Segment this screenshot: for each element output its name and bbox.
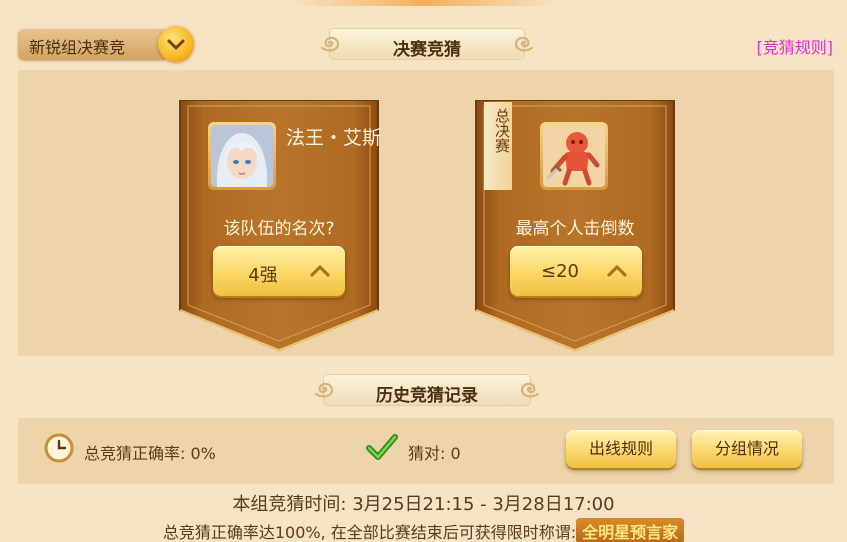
finals-tag-label: 总决赛	[493, 108, 511, 153]
rank-pick-value: 4强	[248, 265, 278, 286]
dropdown-label: 新锐组决赛竞	[29, 38, 126, 57]
top-glow	[290, 0, 560, 6]
history-title: 历史竞猜记录	[376, 386, 478, 406]
hero-avatar	[208, 122, 276, 190]
correct-stat: 猜对: 0	[408, 440, 461, 464]
clock-icon	[44, 433, 74, 463]
guess-time: 本组竞猜时间: 3月25日21:15 - 3月28日17:00	[232, 494, 615, 515]
rules-link[interactable]: [竞猜规则]	[757, 34, 834, 58]
page-title-header: 决赛竞猜	[316, 26, 538, 62]
knockout-question: 最高个人击倒数	[515, 219, 635, 239]
top-knockouts-card: 总决赛 最高个人击倒数 ≤20	[468, 96, 682, 354]
hero-name: 法王・艾斯	[286, 127, 382, 149]
knockout-avatar	[540, 122, 608, 190]
checkmark-icon	[366, 434, 398, 460]
reward-line: 总竞猜正确率达100%, 在全部比赛结束后可获得限时称谓: 全明星预言家	[0, 518, 847, 542]
group-dropdown[interactable]: 新锐组决赛竞	[18, 26, 194, 62]
page-title: 决赛竞猜	[393, 40, 461, 60]
team-rank-card: 法王・艾斯 该队伍的名次? 4强	[172, 96, 386, 354]
team-rank-question: 该队伍的名次?	[223, 219, 335, 239]
lineup-rules-button[interactable]: 出线规则	[566, 430, 676, 468]
hero-portrait-image	[211, 125, 273, 187]
reward-text: 总竞猜正确率达100%, 在全部比赛结束后可获得限时称谓:	[162, 523, 577, 542]
accuracy-stat: 总竞猜正确率: 0%	[84, 440, 216, 464]
groups-button[interactable]: 分组情况	[692, 430, 802, 468]
reward-title-badge: 全明星预言家	[576, 518, 685, 542]
rank-pick-button[interactable]: 4强	[213, 246, 345, 296]
accuracy-value: 0%	[190, 444, 216, 463]
correct-value: 0	[450, 444, 461, 463]
correct-label: 猜对:	[408, 444, 446, 463]
fighter-figure-icon	[543, 125, 605, 187]
knockout-pick-button[interactable]: ≤20	[510, 246, 642, 296]
accuracy-label: 总竞猜正确率:	[84, 444, 186, 463]
history-header: 历史竞猜记录	[310, 372, 544, 408]
chevron-up-icon	[607, 265, 627, 277]
chevron-up-icon	[310, 265, 330, 277]
chevron-down-icon[interactable]	[158, 26, 194, 62]
finals-tag: 总决赛	[484, 102, 512, 190]
guess-panel	[18, 70, 834, 356]
knockout-pick-value: ≤20	[541, 261, 579, 282]
